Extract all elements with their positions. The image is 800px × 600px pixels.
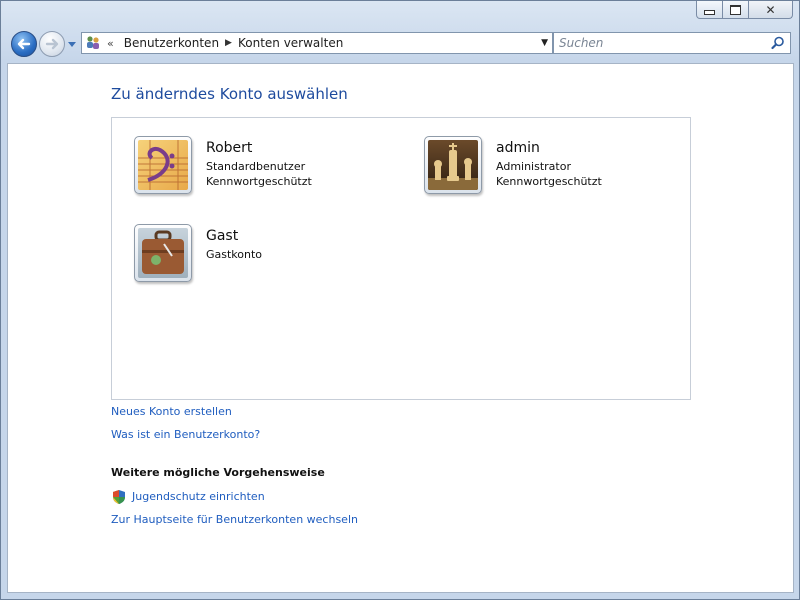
account-name: Robert xyxy=(206,140,253,156)
content-pane: Zu änderndes Konto auswählen Robert Stan… xyxy=(7,63,794,593)
navigation-bar: « Benutzerkonten ▶ Konten verwalten ▼ Su… xyxy=(9,28,791,62)
account-type: Administrator xyxy=(496,160,571,173)
user-accounts-icon xyxy=(85,35,101,51)
chess-avatar-icon xyxy=(428,140,478,190)
avatar[interactable] xyxy=(424,136,482,194)
minimize-icon xyxy=(704,10,715,15)
avatar[interactable] xyxy=(134,136,192,194)
address-dropdown-icon[interactable]: ▼ xyxy=(541,38,548,48)
account-admin[interactable]: admin Administrator Kennwortgeschützt xyxy=(424,136,602,194)
breadcrumb-overflow[interactable]: « xyxy=(107,37,114,50)
maximize-icon xyxy=(730,4,741,15)
forward-arrow-icon xyxy=(45,38,59,50)
breadcrumb-arrow-icon[interactable]: ▶ xyxy=(225,38,232,48)
account-password-status: Kennwortgeschützt xyxy=(496,175,602,188)
shield-icon xyxy=(113,490,125,504)
address-bar[interactable]: « Benutzerkonten ▶ Konten verwalten ▼ xyxy=(81,32,553,54)
breadcrumb-benutzerkonten[interactable]: Benutzerkonten xyxy=(120,36,223,50)
suitcase-avatar-icon xyxy=(138,228,188,278)
account-name: admin xyxy=(496,140,540,156)
chevron-down-icon xyxy=(68,42,76,47)
recent-pages-dropdown[interactable] xyxy=(68,41,76,49)
minimize-button[interactable] xyxy=(696,1,723,19)
what-is-account-link[interactable]: Was ist ein Benutzerkonto? xyxy=(111,428,260,441)
account-robert[interactable]: Robert Standardbenutzer Kennwortgeschütz… xyxy=(134,136,312,194)
account-gast[interactable]: Gast Gastkonto xyxy=(134,224,262,282)
account-type: Gastkonto xyxy=(206,248,263,261)
search-placeholder: Suchen xyxy=(559,36,604,50)
back-button[interactable] xyxy=(11,31,37,57)
parental-controls-link[interactable]: Jugendschutz einrichten xyxy=(132,490,265,503)
caption-buttons: ✕ xyxy=(696,1,793,19)
window: ✕ « Benutzerkonten ▶ Konten verwalten ▼ … xyxy=(0,0,800,600)
accounts-list: Robert Standardbenutzer Kennwortgeschütz… xyxy=(111,117,691,400)
user-accounts-main-page-link[interactable]: Zur Hauptseite für Benutzerkonten wechse… xyxy=(111,513,358,526)
close-button[interactable]: ✕ xyxy=(749,1,793,19)
more-actions-heading: Weitere mögliche Vorgehensweise xyxy=(111,466,325,479)
forward-button[interactable] xyxy=(39,31,65,57)
create-account-link[interactable]: Neues Konto erstellen xyxy=(111,405,232,418)
back-arrow-icon xyxy=(17,38,31,50)
search-input[interactable]: Suchen xyxy=(553,32,791,54)
account-type: Standardbenutzer xyxy=(206,160,306,173)
account-password-status: Kennwortgeschützt xyxy=(206,175,312,188)
music-clef-avatar-icon xyxy=(138,140,188,190)
avatar[interactable] xyxy=(134,224,192,282)
maximize-button[interactable] xyxy=(723,1,749,19)
account-name: Gast xyxy=(206,228,239,244)
page-title: Zu änderndes Konto auswählen xyxy=(111,85,348,103)
breadcrumb-konten-verwalten[interactable]: Konten verwalten xyxy=(234,36,347,50)
search-icon[interactable] xyxy=(771,36,785,50)
close-icon: ✕ xyxy=(765,2,776,17)
